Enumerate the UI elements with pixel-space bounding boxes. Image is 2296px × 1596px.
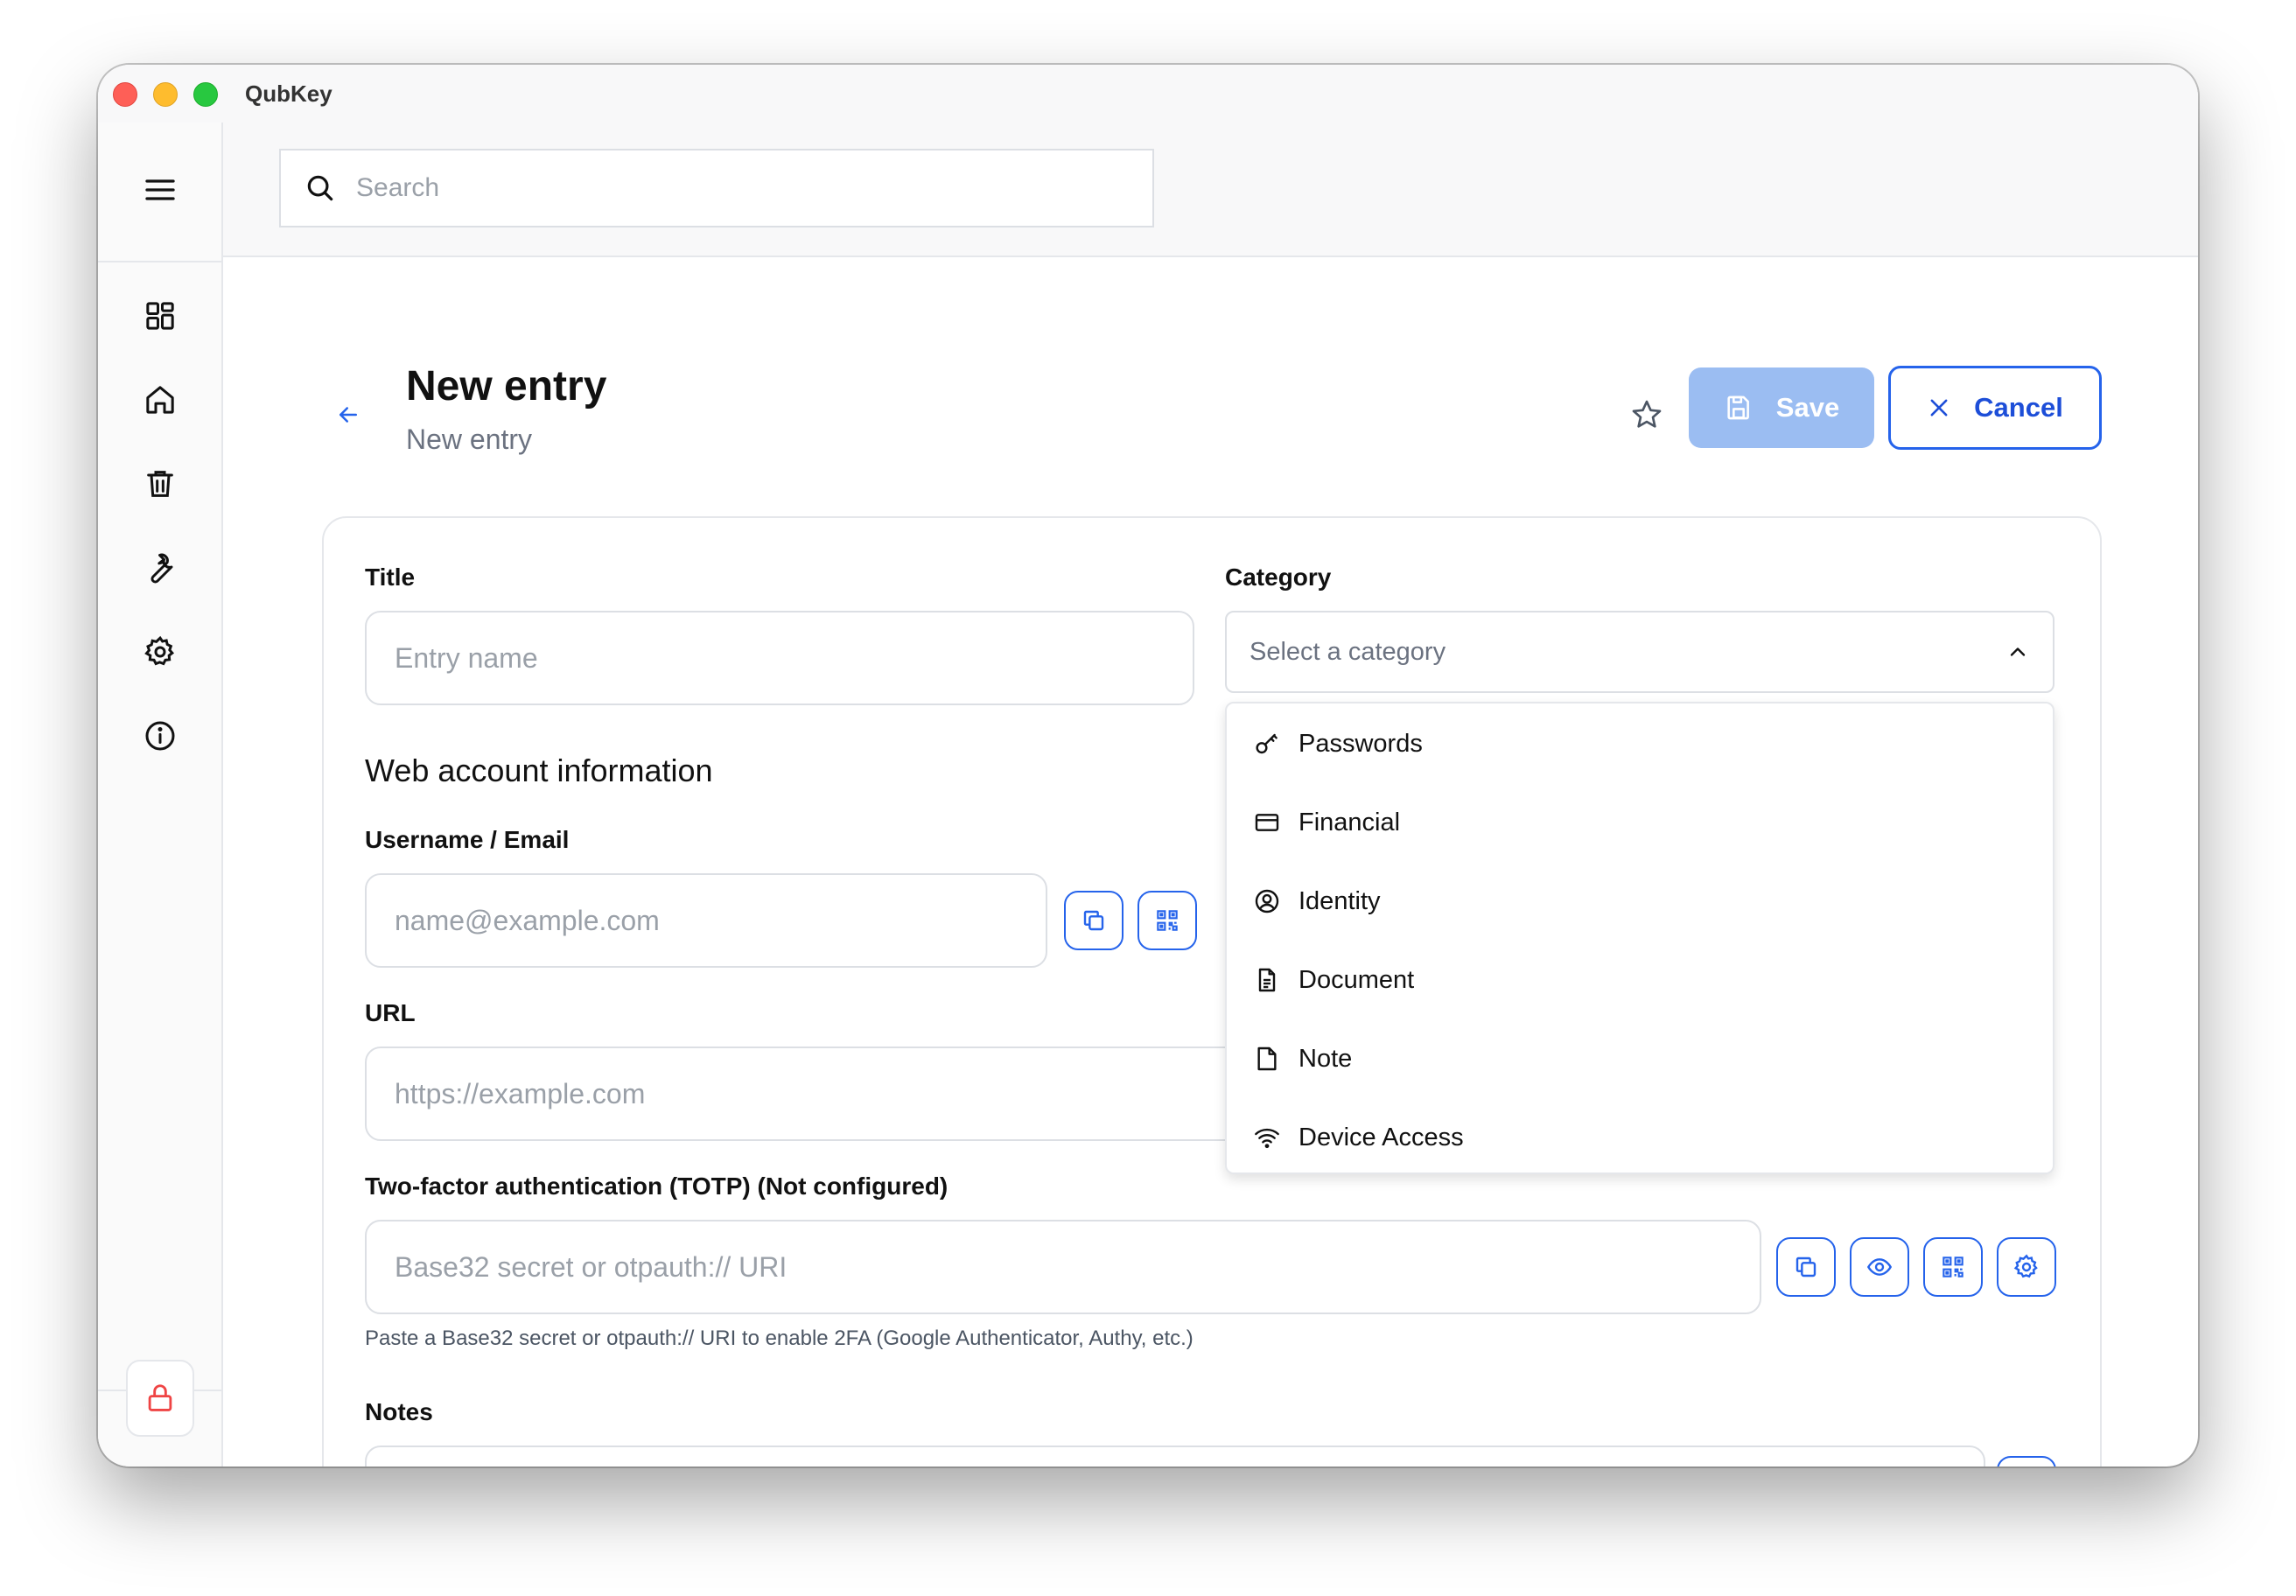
notes-action-button[interactable] — [1997, 1456, 2056, 1466]
app-window: QubKey Search New entry New entry Save C… — [98, 65, 2198, 1466]
note-icon — [1257, 1046, 1277, 1071]
menu-button[interactable] — [142, 172, 178, 208]
close-icon — [1930, 399, 1948, 416]
search-box[interactable] — [279, 149, 1154, 228]
title-label: Title — [365, 564, 416, 591]
category-dropdown: Passwords Financial Identity Document No… — [1225, 702, 2054, 1174]
qr-code-icon — [1157, 910, 1178, 931]
wrench-icon — [150, 553, 173, 584]
category-option-note[interactable]: Note — [1253, 1032, 1352, 1085]
sidebar-item-tools[interactable] — [142, 550, 178, 586]
hamburger-menu-icon — [145, 179, 175, 200]
wifi-icon — [1255, 1128, 1279, 1149]
url-field[interactable] — [365, 1046, 1327, 1141]
save-button[interactable]: Save — [1689, 368, 1874, 448]
title-field[interactable] — [365, 611, 1194, 705]
page-subtitle: New entry — [406, 424, 533, 455]
sidebar-item-about[interactable] — [142, 718, 178, 754]
username-input[interactable] — [367, 904, 1046, 937]
section-title-web-account: Web account information — [365, 752, 713, 788]
maximize-window-button[interactable] — [193, 82, 218, 107]
category-option-label: Passwords — [1298, 729, 1423, 758]
lock-vault-button[interactable] — [126, 1360, 194, 1437]
copy-icon — [1796, 1256, 1816, 1278]
qr-username-button[interactable] — [1138, 891, 1197, 950]
home-icon — [146, 386, 174, 414]
arrow-left-icon — [340, 407, 357, 423]
app-title: QubKey — [245, 80, 332, 107]
search-input[interactable] — [356, 173, 1126, 203]
category-option-passwords[interactable]: Passwords — [1253, 718, 1423, 770]
dashboard-icon — [146, 302, 174, 330]
totp-field[interactable] — [365, 1220, 1761, 1314]
minimize-window-button[interactable] — [153, 82, 178, 107]
totp-input[interactable] — [367, 1250, 1760, 1284]
notes-label: Notes — [365, 1398, 433, 1425]
category-option-device-access[interactable]: Device Access — [1253, 1111, 1464, 1164]
document-icon — [1258, 968, 1276, 992]
top-bar — [223, 122, 2198, 257]
user-circle-icon — [1255, 889, 1279, 914]
totp-settings-button[interactable] — [1997, 1237, 2056, 1297]
qr-totp-button[interactable] — [1923, 1237, 1983, 1297]
qr-code-icon — [1942, 1256, 1964, 1278]
category-label: Category — [1225, 564, 1332, 591]
category-placeholder: Select a category — [1250, 637, 1446, 666]
copy-totp-button[interactable] — [1776, 1237, 1836, 1297]
category-option-label: Identity — [1298, 886, 1381, 915]
title-input[interactable] — [367, 641, 1193, 675]
category-option-label: Device Access — [1298, 1123, 1464, 1152]
lock-icon — [148, 1384, 172, 1411]
copy-username-button[interactable] — [1064, 891, 1124, 950]
category-option-identity[interactable]: Identity — [1253, 875, 1381, 928]
cancel-button[interactable]: Cancel — [1888, 366, 2102, 450]
sidebar-item-home[interactable] — [142, 382, 178, 418]
totp-helper-text: Paste a Base32 secret or otpauth:// URI … — [365, 1326, 1194, 1350]
save-icon — [1727, 396, 1749, 420]
title-bar: QubKey — [98, 65, 2198, 122]
close-window-button[interactable] — [113, 82, 137, 107]
cancel-label: Cancel — [1974, 392, 2063, 423]
eye-icon — [1866, 1258, 1893, 1276]
gear-icon — [144, 635, 174, 666]
username-field[interactable] — [365, 873, 1047, 968]
chevron-up-icon — [2010, 648, 2026, 656]
category-option-label: Document — [1298, 965, 1415, 994]
trash-icon — [147, 471, 173, 497]
sidebar-item-dashboard[interactable] — [142, 298, 178, 334]
favorite-button[interactable] — [1620, 388, 1673, 441]
sidebar-item-settings[interactable] — [142, 634, 178, 670]
totp-label: Two-factor authentication (TOTP) (Not co… — [365, 1172, 948, 1200]
copy-icon — [1083, 910, 1104, 931]
category-option-document[interactable]: Document — [1253, 954, 1414, 1006]
save-label: Save — [1775, 392, 1840, 423]
category-option-label: Financial — [1298, 808, 1401, 836]
notes-field[interactable] — [365, 1446, 1985, 1466]
search-icon — [307, 175, 333, 201]
username-label: Username / Email — [365, 826, 570, 853]
category-select[interactable]: Select a category — [1225, 611, 2054, 693]
info-icon — [145, 721, 175, 751]
url-input[interactable] — [367, 1077, 1326, 1110]
category-option-financial[interactable]: Financial — [1253, 796, 1400, 849]
page-title: New entry — [406, 363, 607, 410]
back-button[interactable] — [327, 394, 369, 436]
category-option-label: Note — [1298, 1044, 1353, 1073]
sidebar — [98, 122, 223, 1466]
show-totp-button[interactable] — [1850, 1237, 1909, 1297]
url-label: URL — [365, 999, 416, 1026]
star-icon — [1632, 400, 1662, 428]
gear-icon — [2013, 1254, 2038, 1278]
credit-card-icon — [1255, 814, 1279, 831]
key-icon — [1256, 733, 1278, 754]
sidebar-header — [98, 122, 221, 262]
sidebar-item-trash[interactable] — [142, 466, 178, 502]
